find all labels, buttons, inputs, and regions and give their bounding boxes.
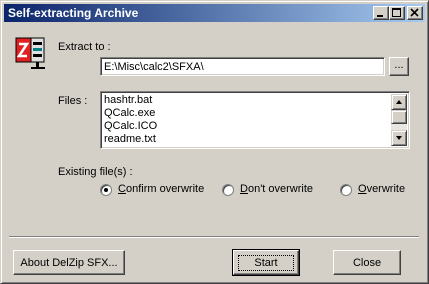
scroll-down-arrow-icon [396, 136, 402, 140]
window-title: Self-extracting Archive [8, 6, 139, 20]
close-window-button[interactable] [407, 6, 423, 20]
close-button[interactable]: Close [333, 250, 401, 275]
radio-dont-overwrite[interactable]: Don't overwrite [222, 183, 322, 197]
maximize-button[interactable] [389, 6, 405, 20]
about-button-label: About DelZip SFX... [20, 256, 118, 269]
minimize-button[interactable] [373, 6, 389, 20]
files-label: Files : [58, 95, 88, 107]
list-item[interactable]: QCalc.ICO [104, 120, 157, 133]
list-item[interactable]: readme.txt [104, 133, 157, 146]
radio-button[interactable] [340, 184, 352, 196]
radio-selected-dot [104, 188, 108, 192]
vertical-scrollbar[interactable] [391, 94, 407, 146]
radio-label: Don't overwrite [240, 183, 314, 195]
scroll-up-arrow-icon [396, 100, 402, 104]
start-button-label: Start [238, 254, 294, 271]
browse-button[interactable]: ... [389, 57, 409, 76]
sfx-dialog-window: Self-extracting Archive Extract to : E:\… [0, 0, 429, 284]
existing-files-label: Existing file(s) : [58, 166, 133, 178]
close-button-label: Close [352, 256, 382, 269]
scroll-down-button[interactable] [391, 130, 407, 146]
minimize-icon [377, 15, 383, 17]
zip-archive-icon [15, 37, 45, 69]
extract-to-label: Extract to : [58, 41, 111, 53]
extract-path-value: E:\Misc\calc2\SFXA\ [104, 61, 204, 73]
scroll-thumb[interactable] [391, 110, 407, 124]
radio-label: Overwrite [358, 183, 406, 195]
maximize-icon [392, 8, 401, 17]
radio-label: Confirm overwrite [118, 183, 205, 195]
list-item[interactable]: QCalc.exe [104, 107, 157, 120]
radio-button[interactable] [222, 184, 234, 196]
extract-path-field[interactable]: E:\Misc\calc2\SFXA\ [100, 57, 385, 76]
list-item[interactable]: hashtr.bat [104, 94, 157, 107]
scroll-up-button[interactable] [391, 94, 407, 110]
files-list: hashtr.bat QCalc.exe QCalc.ICO readme.tx… [104, 94, 157, 146]
radio-confirm-overwrite[interactable]: Confirm overwrite [100, 183, 215, 197]
separator-line [9, 236, 419, 238]
start-button[interactable]: Start [232, 249, 300, 276]
radio-button[interactable] [100, 184, 112, 196]
radio-overwrite[interactable]: Overwrite [340, 183, 410, 197]
about-button[interactable]: About DelZip SFX... [13, 250, 125, 275]
title-bar[interactable]: Self-extracting Archive [4, 4, 425, 22]
files-listbox[interactable]: hashtr.bat QCalc.exe QCalc.ICO readme.tx… [100, 91, 410, 149]
browse-button-label: ... [394, 59, 404, 72]
close-icon [410, 8, 419, 17]
